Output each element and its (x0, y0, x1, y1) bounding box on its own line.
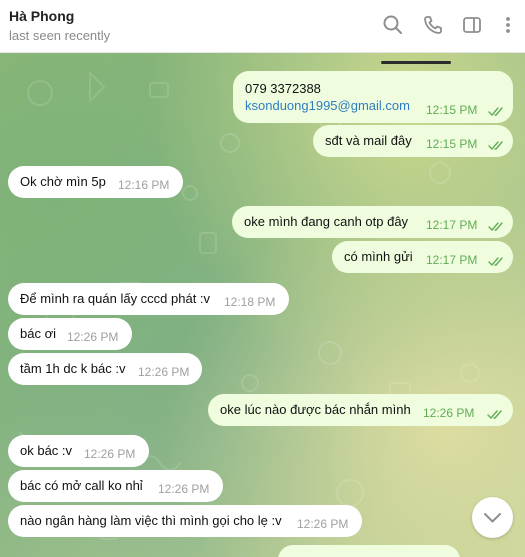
message-text: nào ngân hàng làm việc thì mình gọi cho … (20, 513, 282, 528)
contact-status: last seen recently (9, 28, 111, 43)
search-icon[interactable] (382, 14, 404, 36)
read-check-icon (488, 222, 503, 232)
message-list[interactable]: 079 3372388 ksonduong1995@gmail.com 12:1… (0, 53, 525, 557)
message-bubble-incoming[interactable]: Để mình ra quán lấy cccd phát :v 12:18 P… (8, 283, 289, 315)
message-text: Để mình ra quán lấy cccd phát :v (20, 291, 211, 306)
message-bubble-incoming[interactable]: bác ơi 12:26 PM (8, 318, 132, 350)
message-bubble-outgoing[interactable]: sđt và mail đây 12:15 PM (313, 125, 513, 157)
message-text: có mình gửi (344, 249, 413, 264)
contact-name[interactable]: Hà Phong (9, 8, 74, 24)
read-check-icon (487, 410, 502, 420)
message-bubble-incoming[interactable]: Ok chờ mìn 5p 12:16 PM (8, 166, 183, 198)
message-text: oke lúc nào được bác nhắn mình (220, 402, 411, 417)
message-text: Ok chờ mìn 5p (20, 174, 106, 189)
message-text: ok bác :v (20, 443, 73, 458)
message-time: 12:26 PM (138, 365, 190, 379)
message-text: bác ơi (20, 326, 56, 341)
chat-header: Hà Phong last seen recently (0, 0, 525, 53)
message-bubble-outgoing-partial[interactable] (278, 545, 460, 557)
message-text: 079 3372388 (245, 81, 321, 96)
message-bubble-incoming[interactable]: bác có mở call ko nhỉ 12:26 PM (8, 470, 223, 502)
read-check-icon (488, 141, 503, 151)
message-bubble-outgoing[interactable]: 079 3372388 ksonduong1995@gmail.com 12:1… (233, 71, 513, 123)
message-time: 12:15 PM (426, 137, 478, 151)
scroll-handle (381, 61, 451, 64)
message-time: 12:18 PM (224, 295, 276, 309)
message-bubble-outgoing[interactable]: oke mình đang canh otp đây 12:17 PM (232, 206, 513, 238)
message-time: 12:16 PM (118, 178, 170, 192)
chevron-down-icon (484, 513, 501, 523)
message-bubble-incoming[interactable]: nào ngân hàng làm việc thì mình gọi cho … (8, 505, 362, 537)
sidebar-toggle-icon[interactable] (461, 14, 483, 36)
message-text: tầm 1h dc k bác :v (20, 361, 126, 376)
email-link[interactable]: ksonduong1995@gmail.com (245, 98, 410, 113)
message-bubble-outgoing[interactable]: có mình gửi 12:17 PM (332, 241, 513, 273)
more-vertical-icon[interactable] (497, 14, 519, 36)
message-time: 12:17 PM (426, 218, 478, 232)
message-time: 12:26 PM (158, 482, 210, 496)
message-text: bác có mở call ko nhỉ (20, 478, 143, 493)
read-check-icon (488, 257, 503, 267)
read-check-icon (488, 107, 503, 117)
message-time: 12:26 PM (67, 330, 119, 344)
message-time: 12:26 PM (84, 447, 136, 461)
message-time: 12:17 PM (426, 253, 478, 267)
scroll-to-bottom-button[interactable] (472, 497, 513, 538)
message-text: oke mình đang canh otp đây (244, 214, 409, 229)
message-time: 12:26 PM (297, 517, 349, 531)
message-time: 12:26 PM (423, 406, 475, 420)
message-bubble-incoming[interactable]: tầm 1h dc k bác :v 12:26 PM (8, 353, 202, 385)
message-text: sđt và mail đây (325, 133, 412, 148)
message-bubble-incoming[interactable]: ok bác :v 12:26 PM (8, 435, 149, 467)
message-bubble-outgoing[interactable]: oke lúc nào được bác nhắn mình 12:26 PM (208, 394, 513, 426)
phone-icon[interactable] (422, 14, 444, 36)
message-time: 12:15 PM (426, 103, 478, 117)
